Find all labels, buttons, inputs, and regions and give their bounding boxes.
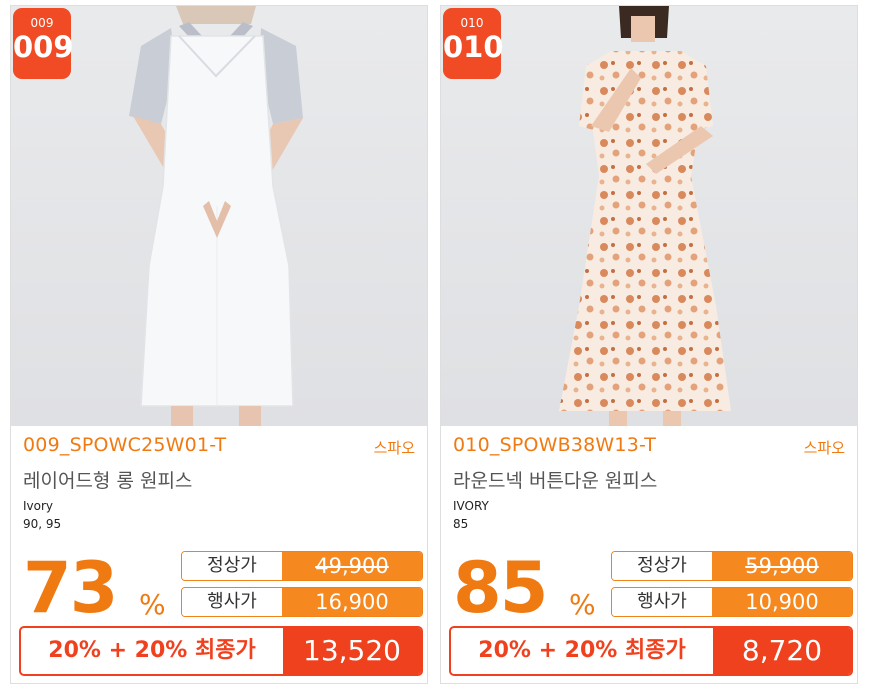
final-price: 13,520 [283,628,421,674]
event-price-label: 행사가 [182,588,282,616]
regular-price: 49,900 [282,552,422,580]
item-number-badge: 009 009 [13,8,74,79]
item-number-badge: 010 010 [443,8,504,79]
regular-price-label: 정상가 [182,552,282,580]
badge-small-number: 009 [30,16,54,30]
final-price-box: 20% + 20% 최종가 13,520 [19,626,423,676]
event-price-label: 행사가 [612,588,712,616]
product-name[interactable]: 레이어드형 롱 원피스 [23,466,192,493]
final-price-label: 20% + 20% 최종가 [48,638,256,663]
product-card[interactable]: 010 010 010_SPOWB38W13-T 스파오 라운드넥 버튼다운 원… [440,5,858,684]
discount-rate: 73 [23,547,118,629]
product-photo[interactable]: 010 010 [441,6,857,426]
regular-price-label: 정상가 [612,552,712,580]
event-price: 16,900 [282,588,422,616]
badge-big-number: 010 [443,30,504,64]
event-price-box: 행사가 16,900 [181,587,423,617]
dress-illustration [129,6,303,426]
regular-price-box: 정상가 59,900 [611,551,853,581]
percent-sign: % [569,588,596,621]
discount-rate: 85 [453,547,548,629]
event-price: 10,900 [712,588,852,616]
regular-price: 59,900 [712,552,852,580]
event-price-box: 행사가 10,900 [611,587,853,617]
product-name[interactable]: 라운드넥 버튼다운 원피스 [453,466,657,493]
product-sizes: 85 [453,517,469,531]
product-code[interactable]: 010_SPOWB38W13-T [453,434,656,456]
product-color: IVORY [453,499,489,513]
badge-big-number: 009 [13,30,74,64]
final-price-label: 20% + 20% 최종가 [478,638,686,663]
product-sizes: 90, 95 [23,517,62,531]
badge-small-number: 010 [460,16,484,30]
dress-illustration [559,6,731,426]
final-price: 8,720 [713,628,851,674]
final-price-box: 20% + 20% 최종가 8,720 [449,626,853,676]
product-card[interactable]: 009 009 009_SPOWC25W01-T 스파오 레이어드형 롱 원피스… [10,5,428,684]
product-code[interactable]: 009_SPOWC25W01-T [23,434,226,456]
product-photo[interactable]: 009 009 [11,6,427,426]
regular-price-box: 정상가 49,900 [181,551,423,581]
product-color: Ivory [23,499,54,513]
brand-name[interactable]: 스파오 [374,437,415,458]
brand-name[interactable]: 스파오 [804,437,845,458]
percent-sign: % [139,588,166,621]
